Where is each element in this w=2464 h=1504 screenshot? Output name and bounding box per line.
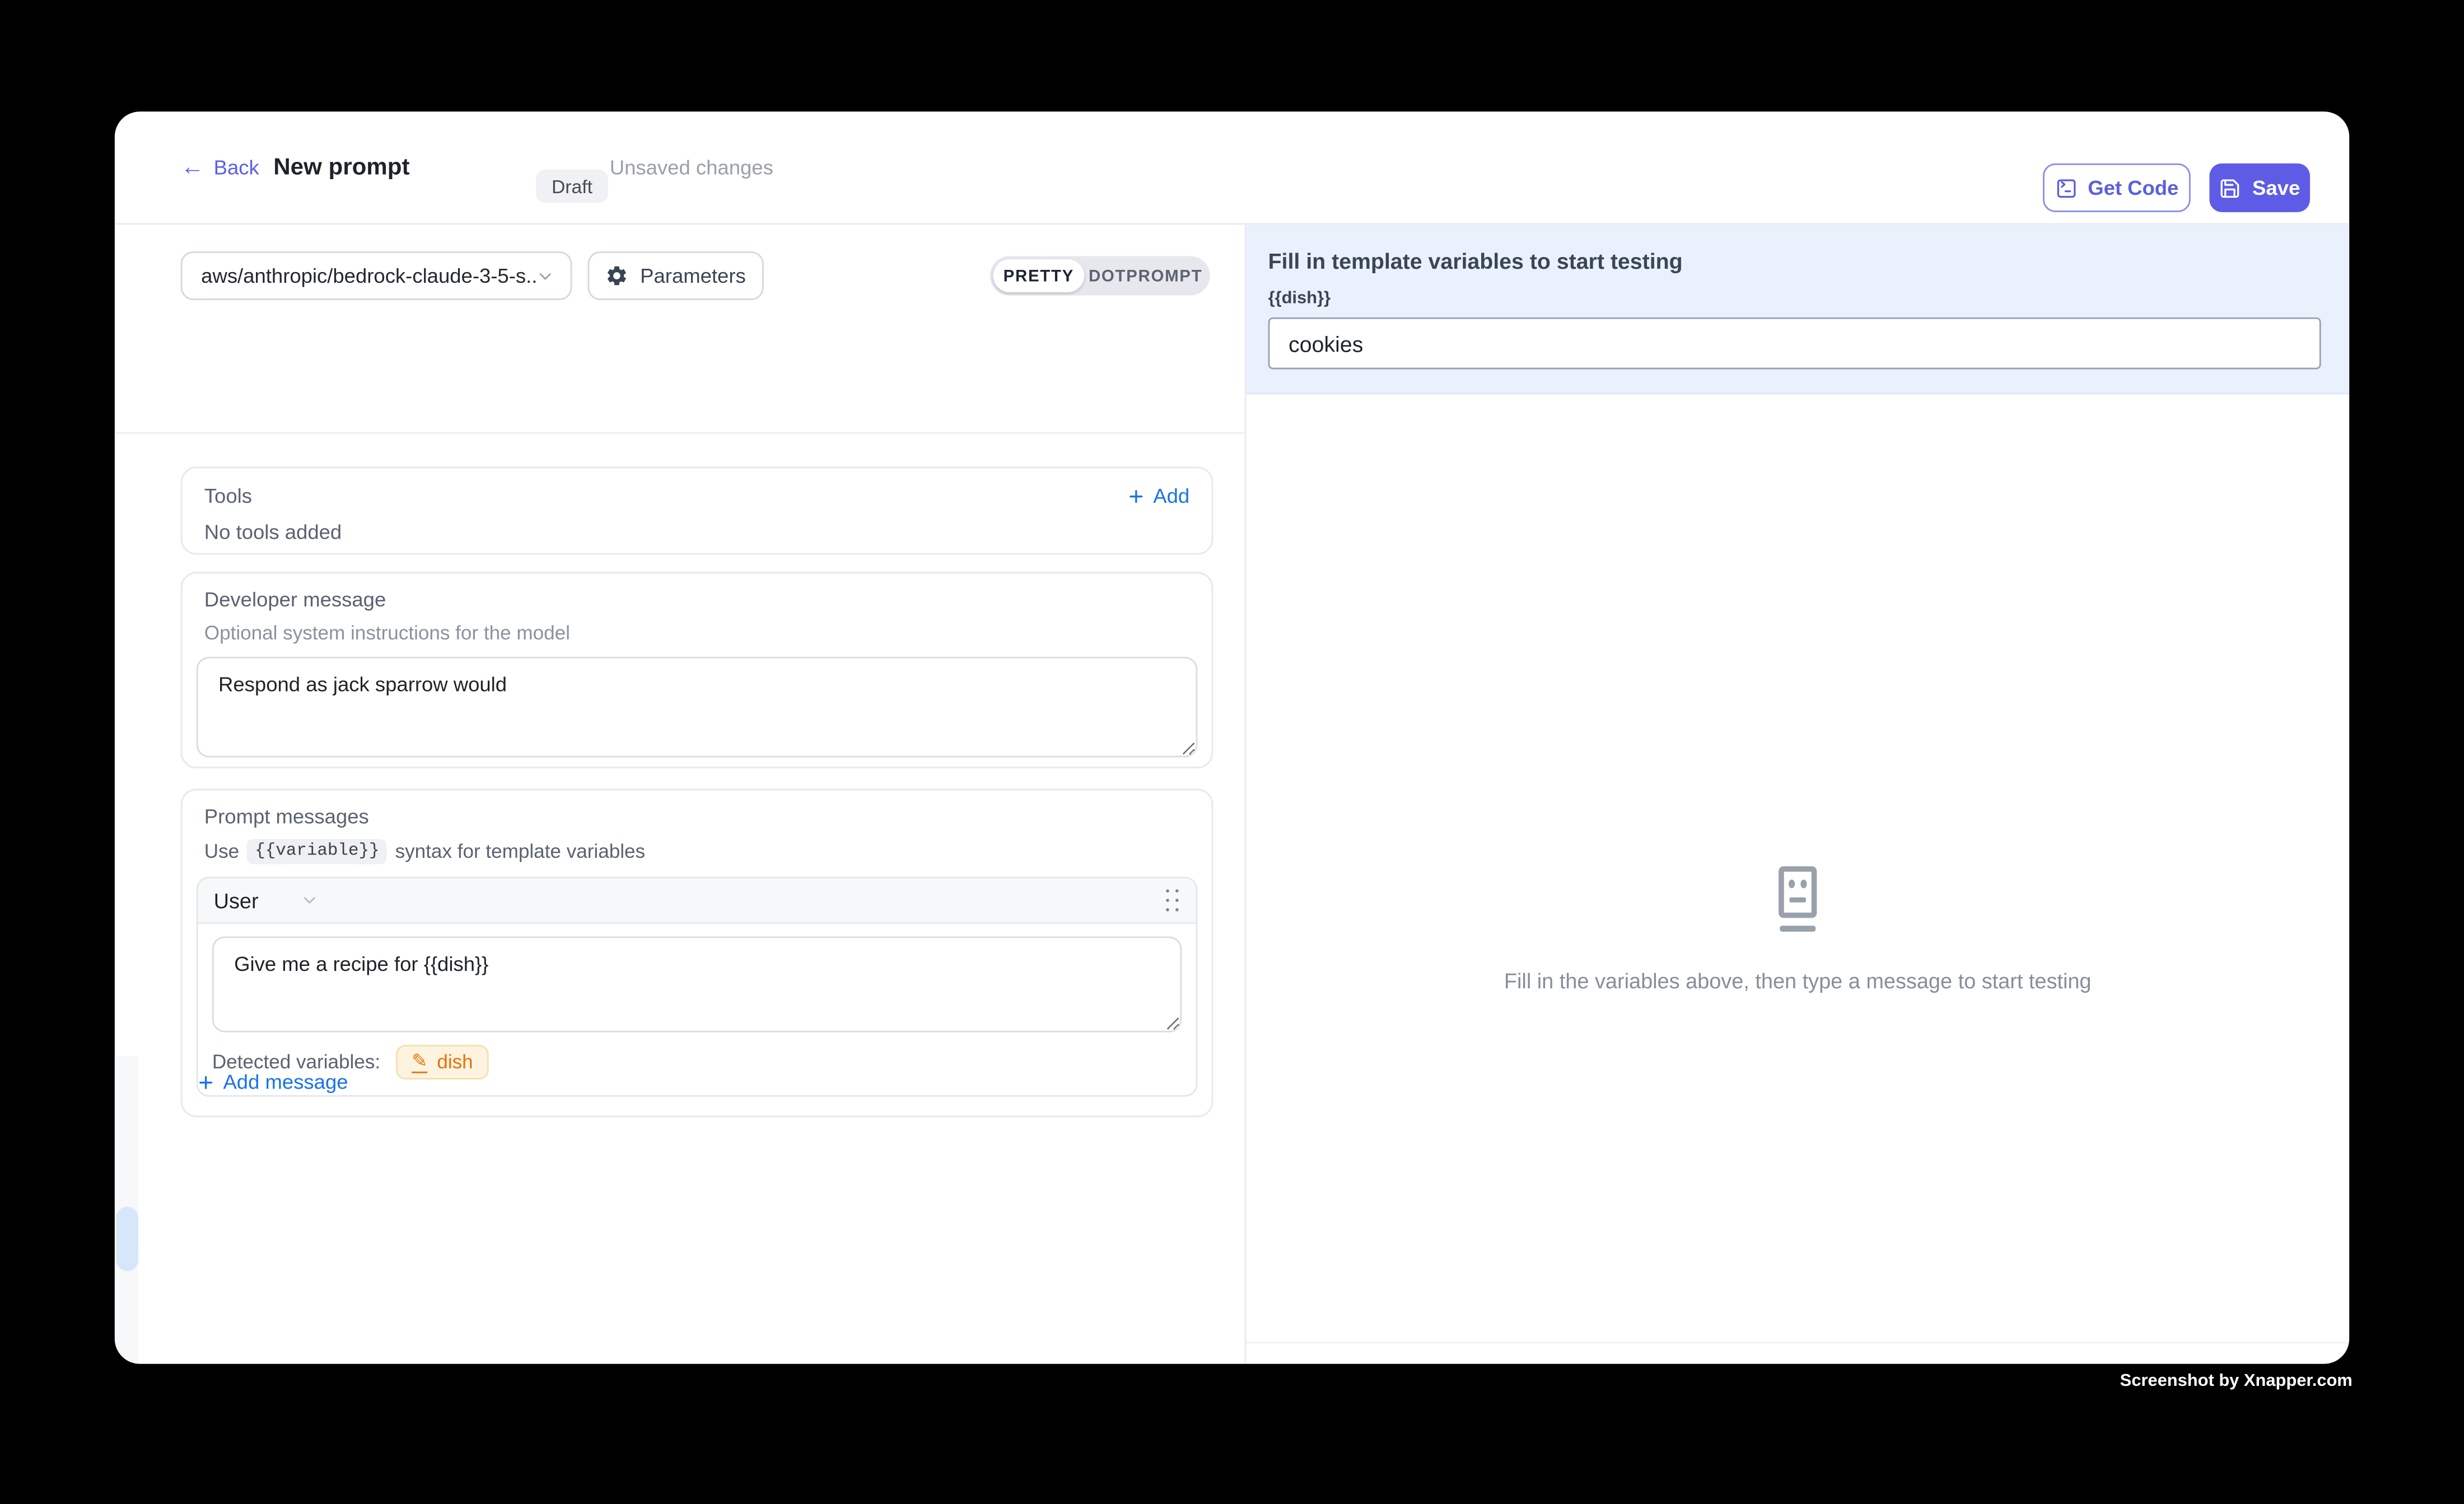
message-role-value: User [214, 889, 259, 912]
plus-icon [1127, 486, 1146, 505]
back-arrow-icon: ← [181, 156, 204, 179]
developer-message-subtitle: Optional system instructions for the mod… [204, 622, 1197, 644]
template-variables-title: Fill in template variables to start test… [1268, 248, 2325, 273]
tools-section: Tools Add No tools added [181, 466, 1214, 554]
hint-suffix: syntax for template variables [395, 840, 645, 862]
add-message-label: Add message [223, 1070, 348, 1094]
variable-value-input[interactable] [1268, 317, 2321, 370]
add-tool-label: Add [1153, 484, 1189, 507]
edit-pencil-icon: ✎ [412, 1051, 427, 1073]
hint-prefix: Use [204, 840, 239, 862]
model-select[interactable]: aws/anthropic/bedrock-claude-3-5-s... [181, 251, 572, 300]
sidebar-selected-item-fragment [116, 1207, 138, 1271]
message-textarea[interactable]: Give me a recipe for {{dish}} [212, 936, 1182, 1032]
tools-empty-text: No tools added [204, 520, 1189, 544]
tools-title: Tools [204, 484, 252, 507]
prompt-messages-section: Prompt messages Use {{variable}} syntax … [181, 789, 1214, 1117]
page-title: New prompt [273, 111, 409, 223]
chevron-down-icon [300, 891, 319, 910]
chat-divider [1246, 1342, 2349, 1343]
watermark-text: Screenshot by Xnapper.com [2120, 1372, 2353, 1391]
template-variables-panel: Fill in template variables to start test… [1246, 225, 2349, 394]
developer-message-section: Developer message Optional system instru… [181, 572, 1214, 768]
back-label: Back [214, 156, 259, 179]
parameters-button[interactable]: Parameters [587, 251, 763, 300]
save-icon [2219, 177, 2241, 199]
save-label: Save [2252, 176, 2300, 199]
developer-message-title: Developer message [204, 587, 1197, 611]
message-role-select[interactable]: User [214, 889, 319, 912]
screenshot-stage: ← Back New prompt Draft Unsaved changes … [0, 0, 2464, 1503]
test-panel: Fill in template variables to start test… [1246, 225, 2349, 1363]
save-button[interactable]: Save [2209, 164, 2310, 212]
status-badge: Draft [536, 170, 608, 203]
variable-chip-dish[interactable]: ✎ dish [396, 1045, 489, 1080]
terminal-icon [2055, 177, 2076, 199]
plus-icon [197, 1072, 216, 1091]
model-select-value: aws/anthropic/bedrock-claude-3-5-s... [201, 264, 536, 287]
message-header: User [198, 879, 1196, 924]
back-button[interactable]: ← Back [181, 111, 259, 223]
get-code-button[interactable]: Get Code [2043, 164, 2191, 212]
header-bar: ← Back New prompt Draft Unsaved changes … [115, 111, 2349, 223]
chevron-down-icon [536, 267, 555, 286]
parameters-label: Parameters [640, 264, 746, 287]
chat-empty-state: Fill in the variables above, then type a… [1246, 394, 2349, 1342]
format-toggle: PRETTY DOTPROMPT [990, 256, 1210, 295]
empty-state-text: Fill in the variables above, then type a… [1504, 969, 2092, 993]
add-message-button[interactable]: Add message [197, 1070, 348, 1094]
gear-icon [605, 264, 629, 287]
unsaved-changes-label: Unsaved changes [610, 111, 773, 223]
toggle-option-dotprompt[interactable]: DOTPROMPT [1084, 259, 1207, 292]
app-window: ← Back New prompt Draft Unsaved changes … [115, 111, 2349, 1363]
get-code-label: Get Code [2088, 176, 2178, 199]
toggle-option-pretty[interactable]: PRETTY [993, 259, 1084, 292]
drag-handle-icon[interactable] [1164, 888, 1180, 913]
variable-name-label: {{dish}} [1268, 289, 2325, 308]
toolbar-divider [115, 432, 1245, 434]
variable-syntax-hint: Use {{variable}} syntax for template var… [204, 839, 1197, 864]
message-block: User Give me a recipe for {{dish}} Detec… [197, 877, 1197, 1097]
developer-message-textarea[interactable]: Respond as jack sparrow would [197, 657, 1197, 758]
robot-icon [1768, 866, 1828, 935]
add-tool-button[interactable]: Add [1127, 484, 1190, 507]
variable-code-chip: {{variable}} [247, 839, 387, 864]
prompt-editor-panel: aws/anthropic/bedrock-claude-3-5-s... Pa… [115, 225, 1245, 1363]
variable-chip-label: dish [437, 1051, 473, 1073]
prompt-messages-title: Prompt messages [204, 805, 1197, 828]
